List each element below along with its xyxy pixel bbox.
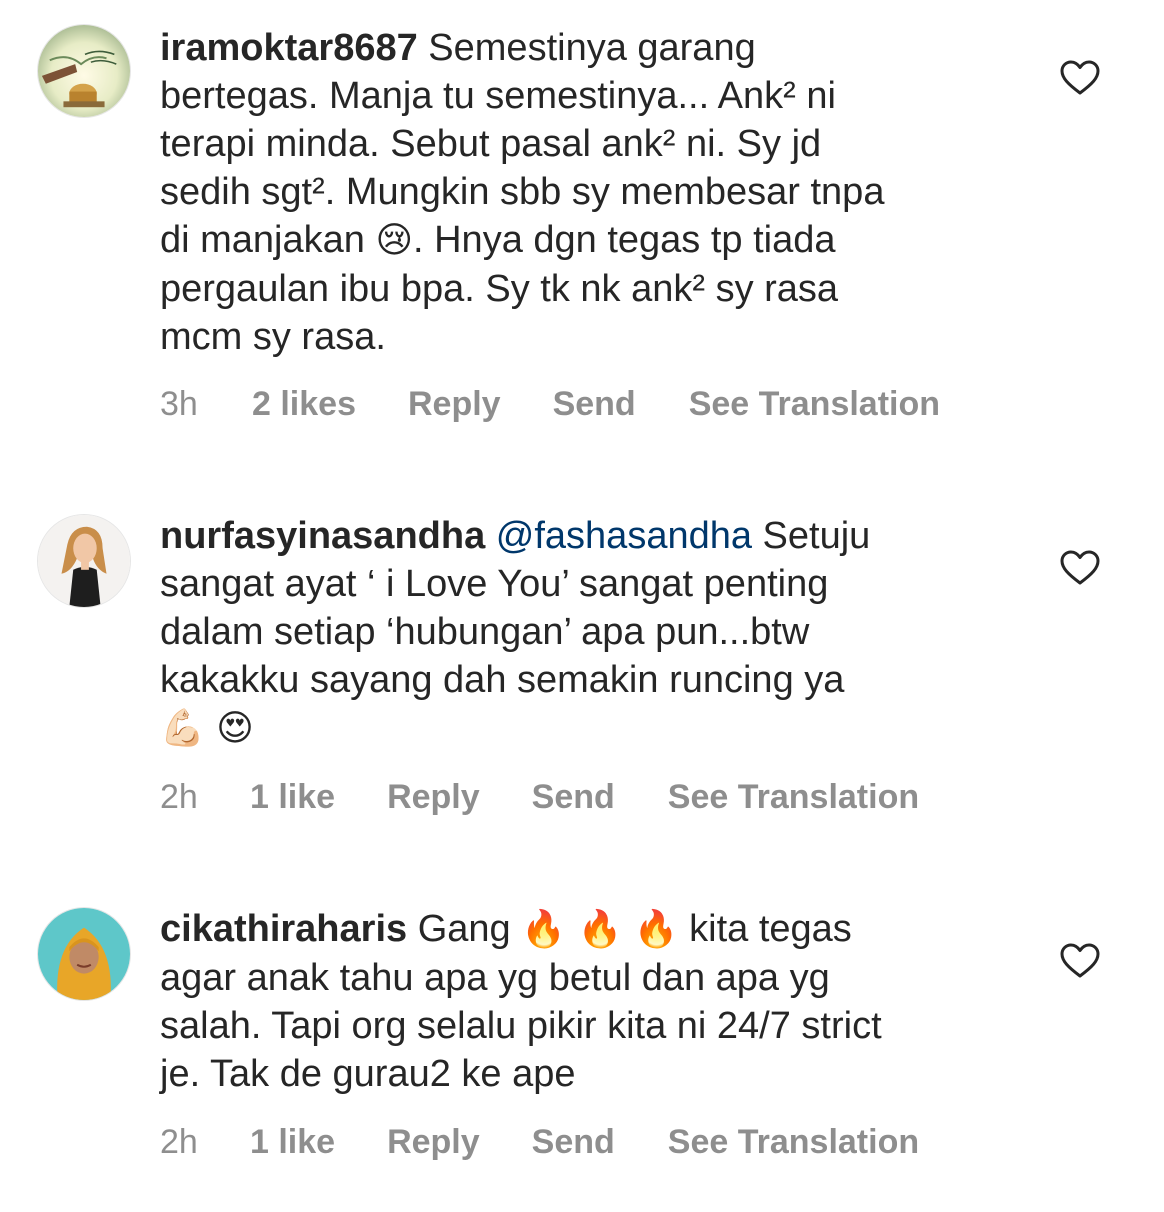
- comment-timestamp: 2h: [160, 1122, 198, 1161]
- comment-text: cikathiraharis Gang 🔥 🔥 🔥 kita tegas aga…: [160, 905, 1020, 1098]
- comment-line: Gang: [417, 908, 522, 950]
- reply-button[interactable]: Reply: [387, 1123, 480, 1162]
- see-translation-button[interactable]: See Translation: [668, 1123, 919, 1162]
- avatar[interactable]: [37, 907, 131, 1001]
- comment-line: kita tegas: [678, 908, 852, 950]
- send-button[interactable]: Send: [532, 1123, 615, 1162]
- likes-count[interactable]: 1 like: [250, 1123, 335, 1162]
- comment-item: cikathiraharis Gang 🔥 🔥 🔥 kita tegas aga…: [0, 0, 1164, 1212]
- comment-line: je. Tak de gurau2 ke ape: [160, 1053, 576, 1095]
- like-heart-icon[interactable]: [1060, 943, 1100, 979]
- comment-username[interactable]: cikathiraharis: [160, 908, 407, 950]
- comment-line: salah. Tapi org selalu pikir kita ni 24/…: [160, 1005, 882, 1047]
- fire-emoji: 🔥 🔥 🔥: [521, 909, 679, 950]
- comment-line: agar anak tahu apa yg betul dan apa yg: [160, 957, 830, 999]
- avatar-image: [38, 908, 130, 1000]
- heart-outline-icon: [1060, 943, 1100, 978]
- comment-actions: 2h 1 like Reply Send See Translation: [160, 1122, 919, 1162]
